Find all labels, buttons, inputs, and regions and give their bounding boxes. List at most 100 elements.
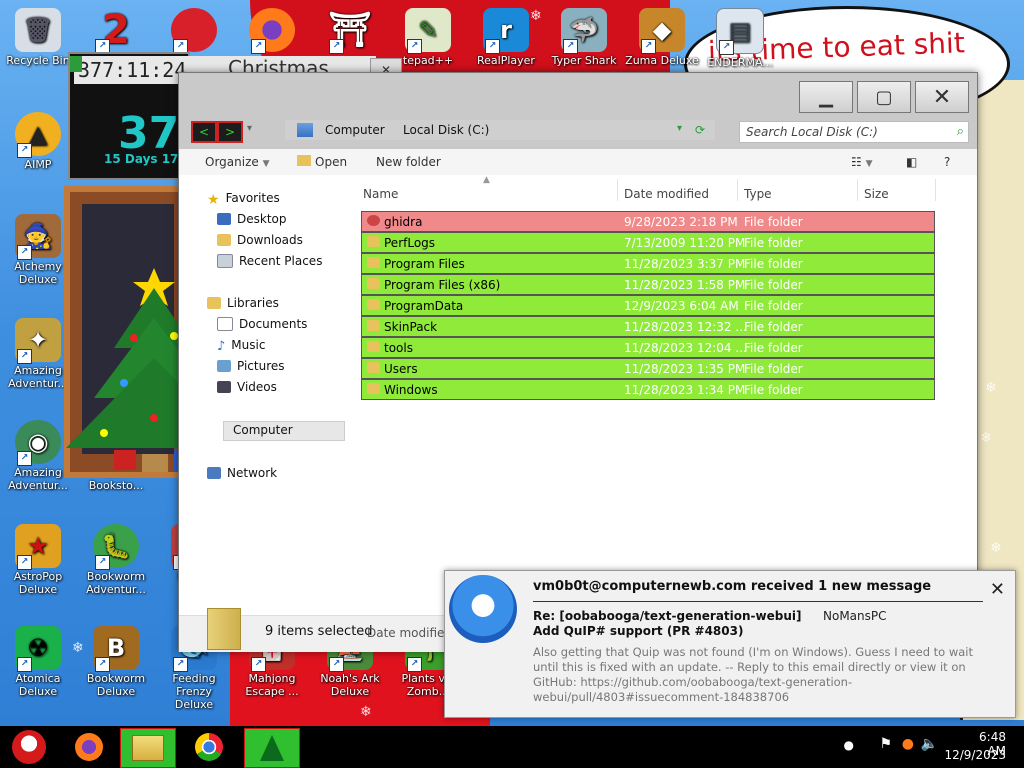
desktop-icon-label: Bookworm Deluxe <box>86 672 146 698</box>
recent-pages-chevron-icon[interactable]: ▾ <box>247 123 252 134</box>
back-button[interactable]: < <box>191 121 217 143</box>
firefox-tray-icon[interactable]: ● <box>902 736 914 752</box>
forward-button[interactable]: > <box>217 121 243 143</box>
desktop-icon-recycle-bin[interactable]: 🗑 Recycle Bin <box>0 8 76 67</box>
music-icon: ♪ <box>217 339 226 354</box>
column-divider[interactable] <box>857 179 858 201</box>
volume-icon[interactable]: 🔈 <box>921 736 938 752</box>
nav-libraries-label: Libraries <box>227 296 279 310</box>
refresh-icon[interactable]: ⟳ <box>695 123 705 137</box>
desktop-icon-2[interactable]: 2 ↗ <box>78 8 154 54</box>
column-header-type[interactable]: Type <box>744 187 772 201</box>
table-row[interactable]: Program Files 11/28/2023 3:37 PM File fo… <box>361 253 935 274</box>
column-header-name[interactable]: Name <box>363 187 398 201</box>
desktop-icon-typer-shark[interactable]: 🦈 ↗ Typer Shark <box>546 8 622 67</box>
row-type: File folder <box>744 257 803 271</box>
taskbar-explorer[interactable] <box>120 728 176 768</box>
number-two-icon: 2 ↗ <box>93 8 139 54</box>
taskbar-christmas-app[interactable] <box>244 728 300 768</box>
open-button[interactable]: Open <box>297 155 347 169</box>
notification-close-icon[interactable]: ✕ <box>990 579 1005 600</box>
row-type: File folder <box>744 278 803 292</box>
search-icon[interactable]: ⌕ <box>957 124 964 139</box>
column-divider[interactable] <box>935 179 936 201</box>
table-row[interactable]: Users 11/28/2023 1:35 PM File folder <box>361 358 935 379</box>
breadcrumb-computer[interactable]: Computer <box>325 123 385 137</box>
row-date: 11/28/2023 12:32 ... <box>624 320 747 334</box>
row-name: Users <box>384 362 418 376</box>
desktop-icon-enderman[interactable]: ▤ ↗ ENDERMA... <box>702 8 778 69</box>
nav-desktop[interactable]: Desktop <box>217 212 287 226</box>
chevron-down-icon: ▼ <box>262 159 270 169</box>
desktop-icon-shrine[interactable]: ⛩ ↗ <box>312 8 388 54</box>
nav-computer[interactable]: Computer <box>213 423 293 437</box>
maximize-button[interactable]: ▢ <box>857 81 911 113</box>
desktop-icon-firefox[interactable]: ↗ <box>234 8 310 54</box>
nav-favorites[interactable]: ★ Favorites <box>207 191 280 208</box>
shortcut-arrow-icon: ↗ <box>17 349 32 364</box>
desktop-icon-bookworm-adventures[interactable]: 🐛 ↗ Bookworm Adventur... <box>78 524 154 596</box>
mail-notification[interactable]: vm0b0t@computernewb.com received 1 new m… <box>444 570 1016 718</box>
table-row[interactable]: Program Files (x86) 11/28/2023 1:58 PM F… <box>361 274 935 295</box>
nav-libraries[interactable]: Libraries <box>207 296 279 310</box>
row-type: File folder <box>744 362 803 376</box>
tray-dot-icon[interactable]: ● <box>844 738 854 752</box>
desktop-icon-label: Mahjong Escape ... <box>245 672 299 698</box>
help-icon[interactable]: ? <box>944 155 950 169</box>
organize-button[interactable]: Organize ▼ <box>205 155 270 169</box>
desktop-icon <box>217 213 231 225</box>
table-row[interactable]: SkinPack 11/28/2023 12:32 ... File folde… <box>361 316 935 337</box>
column-divider[interactable] <box>617 179 618 201</box>
nav-downloads[interactable]: Downloads <box>217 233 303 247</box>
desktop-icon-aimp[interactable]: ▲ ↗ AIMP <box>0 112 76 171</box>
shortcut-arrow-icon: ↗ <box>95 555 110 570</box>
nav-network[interactable]: Network <box>207 466 277 480</box>
desktop-icon-realplayer[interactable]: r ↗ RealPlayer <box>468 8 544 67</box>
desktop-icon-atomica[interactable]: ☢ ↗ Atomica Deluxe <box>0 626 76 698</box>
notification-body[interactable]: Also getting that Quip was not found (I'… <box>533 645 993 705</box>
row-type: File folder <box>744 236 803 250</box>
search-input[interactable]: Search Local Disk (C:) <box>746 125 878 139</box>
search-box[interactable]: Search Local Disk (C:) ⌕ <box>739 121 969 143</box>
breadcrumb-local-disk[interactable]: Local Disk (C:) <box>403 123 489 137</box>
libraries-icon <box>207 297 221 309</box>
table-row[interactable]: tools 11/28/2023 12:04 ... File folder <box>361 337 935 358</box>
shortcut-arrow-icon: ↗ <box>17 657 32 672</box>
desktop-icon-red-creature[interactable]: ↗ <box>156 8 232 54</box>
desktop-icon-zuma[interactable]: ◆ ↗ Zuma Deluxe <box>624 8 700 67</box>
desktop-icon-astropop[interactable]: ★ ↗ AstroPop Deluxe <box>0 524 76 596</box>
book-icon: B ↗ <box>93 626 139 672</box>
address-bar[interactable]: Computer Local Disk (C:) ▾ ⟳ <box>285 120 715 140</box>
action-center-flag-icon[interactable]: ⚑ <box>879 736 892 752</box>
new-folder-button[interactable]: New folder <box>376 155 441 169</box>
table-row[interactable]: Windows 11/28/2023 1:34 PM File folder <box>361 379 935 400</box>
desktop-icon-bookworm-deluxe[interactable]: B ↗ Bookworm Deluxe <box>78 626 154 698</box>
table-row[interactable]: PerfLogs 7/13/2009 11:20 PM File folder <box>361 232 935 253</box>
taskbar-chrome[interactable] <box>182 728 236 766</box>
nav-network-label: Network <box>227 466 278 480</box>
nav-desktop-label: Desktop <box>237 212 287 226</box>
preview-pane-icon[interactable]: ◧ <box>906 155 917 169</box>
shortcut-arrow-icon: ↗ <box>173 657 188 672</box>
view-options-icon[interactable]: ☷ ▼ <box>851 155 873 169</box>
nav-recent-places[interactable]: Recent Places <box>217 254 322 268</box>
table-row[interactable]: ProgramData 12/9/2023 6:04 AM File folde… <box>361 295 935 316</box>
explorer-window[interactable]: ▁ ▢ ✕ < > ▾ Computer Local Disk (C:) ▾ ⟳… <box>178 72 978 652</box>
notification-subject[interactable]: Re: [oobabooga/text-generation-webui] Ad… <box>533 609 813 639</box>
close-icon: ✕ <box>932 84 952 110</box>
maximize-icon: ▢ <box>875 86 893 108</box>
close-button[interactable]: ✕ <box>915 81 969 113</box>
taskbar-firefox[interactable] <box>62 728 116 766</box>
clock-date[interactable]: 12/9/2023 <box>944 748 1006 762</box>
column-header-size[interactable]: Size <box>864 187 889 201</box>
nav-music[interactable]: ♪ Music <box>217 338 265 354</box>
column-divider[interactable] <box>737 179 738 201</box>
address-dropdown-icon[interactable]: ▾ <box>677 123 682 134</box>
nav-pictures[interactable]: Pictures <box>217 359 285 373</box>
start-button[interactable] <box>0 728 58 766</box>
nav-videos[interactable]: Videos <box>217 380 277 394</box>
minimize-button[interactable]: ▁ <box>799 81 853 113</box>
nav-documents[interactable]: Documents <box>217 317 307 331</box>
table-row[interactable]: ghidra 9/28/2023 2:18 PM File folder <box>361 211 935 232</box>
column-header-date[interactable]: Date modified <box>624 187 709 201</box>
